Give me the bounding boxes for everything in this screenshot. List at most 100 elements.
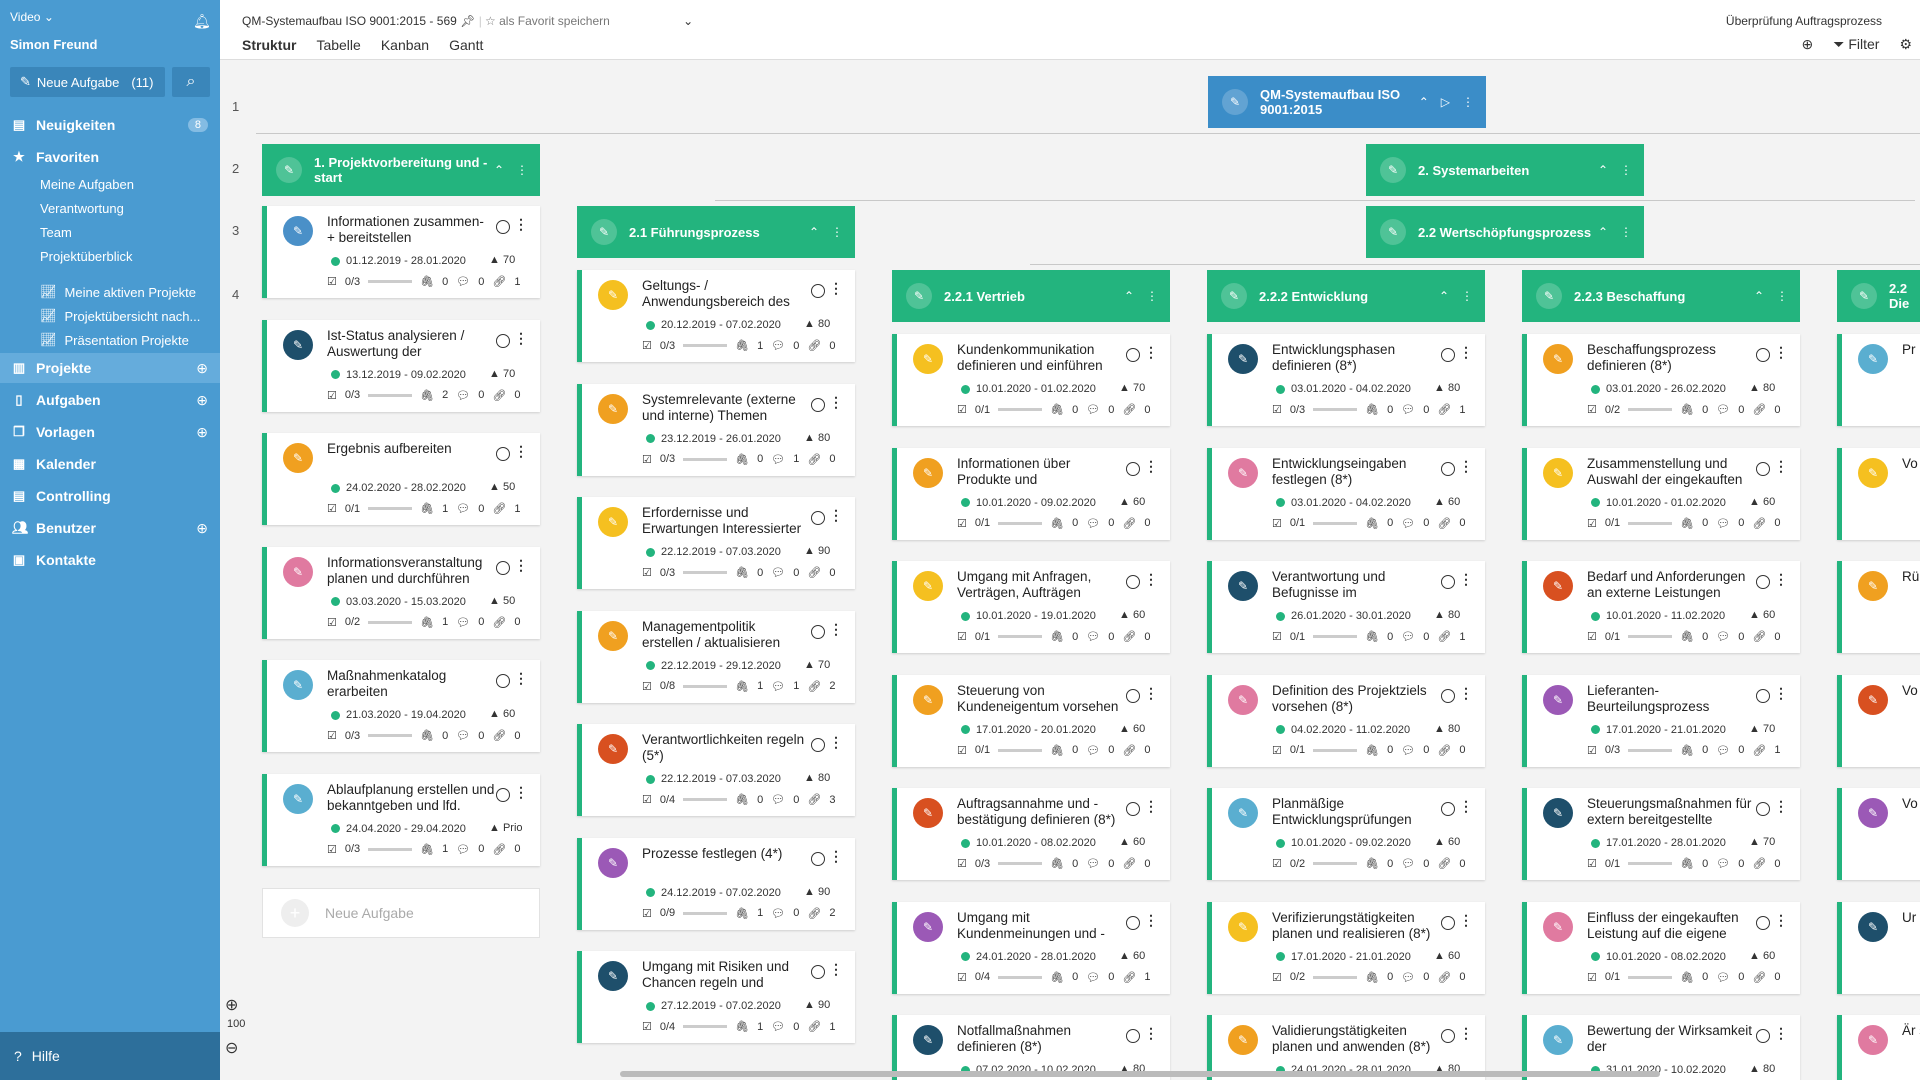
edit-icon[interactable]: ✎	[1380, 157, 1406, 183]
status-circle-icon[interactable]	[1126, 915, 1140, 930]
more-icon[interactable]: ⋮	[1462, 95, 1474, 109]
horizontal-scrollbar[interactable]	[620, 1071, 1660, 1077]
favorite-project-3[interactable]: 📈︎ Präsentation Projekte	[40, 332, 189, 348]
chevron-up-icon[interactable]: ⌃	[1124, 289, 1134, 303]
edit-icon[interactable]: ✎	[591, 219, 617, 245]
phase-header-2-1[interactable]: ✎ 2.1 Führungsprozess ⌃ ⋮	[577, 206, 855, 258]
edit-icon[interactable]: ✎	[1858, 1025, 1888, 1055]
edit-icon[interactable]: ✎	[1228, 571, 1258, 601]
sidebar-item-controlling[interactable]: ▤ Controlling	[0, 481, 220, 511]
edit-icon[interactable]: ✎	[283, 556, 313, 587]
status-circle-icon[interactable]	[811, 738, 825, 752]
more-icon[interactable]: ⋮	[1461, 289, 1473, 303]
task-card[interactable]: ✎ Maßnahmenkatalog erarbeiten ⋮ 21.03.2020 …	[262, 660, 540, 752]
more-icon[interactable]: ⋮	[1774, 344, 1788, 361]
edit-icon[interactable]: ✎	[913, 344, 943, 374]
sidebar-item-users[interactable]: 👥︎ Benutzer ⊕	[0, 513, 220, 543]
new-task-button[interactable]: ✎ Neue Aufgabe (11)	[10, 67, 165, 97]
more-icon[interactable]: ⋮	[1144, 912, 1158, 929]
edit-icon[interactable]: ✎	[1858, 344, 1888, 374]
task-card[interactable]: ✎ Umgang mit Risiken und Chancen regeln u…	[577, 951, 855, 1043]
edit-icon[interactable]: ✎	[283, 670, 313, 700]
add-template-icon[interactable]: ⊕	[196, 424, 208, 441]
task-card[interactable]: ✎ Ablaufplanung erstellen und bekanntgebe…	[262, 773, 540, 866]
task-card[interactable]: ✎ Informationen über Produkte und ⋮ 10.01.2…	[892, 447, 1170, 540]
tab-table[interactable]: Tabelle	[316, 37, 360, 53]
phase-header-2-2-2[interactable]: ✎ 2.2.2 Entwicklung ⌃ ⋮	[1207, 270, 1485, 322]
edit-icon[interactable]: ✎	[1543, 457, 1573, 488]
new-task-card[interactable]: + Neue Aufgabe	[262, 888, 540, 938]
edit-icon[interactable]: ✎	[1858, 684, 1888, 715]
task-card[interactable]: ✎ Pr Di	[1837, 334, 1920, 426]
zoom-out-icon[interactable]: ⊖	[225, 1038, 238, 1058]
more-icon[interactable]: ⋮	[829, 394, 843, 411]
status-circle-icon[interactable]	[1441, 802, 1455, 816]
more-icon[interactable]: ⋮	[514, 330, 528, 347]
task-card[interactable]: ✎ Vo Er	[1837, 788, 1920, 880]
edit-icon[interactable]: ✎	[283, 216, 313, 246]
task-card[interactable]: ✎ Umgang mit Kundenmeinungen und - ⋮ 24.01.…	[892, 901, 1170, 994]
task-card[interactable]: ✎ Är st	[1837, 1015, 1920, 1080]
more-icon[interactable]: ⋮	[1459, 912, 1473, 929]
edit-icon[interactable]: ✎	[1858, 571, 1888, 601]
status-circle-icon[interactable]	[1126, 461, 1140, 476]
task-card[interactable]: ✎ Rü Pr	[1837, 561, 1920, 653]
task-card[interactable]: ✎ Verantwortung und Befugnisse im ⋮ 26.01.2…	[1207, 561, 1485, 653]
add-task-icon[interactable]: ⊕	[196, 392, 208, 409]
phase-header-1[interactable]: ✎ 1. Projektvorbereitung und -start ⌃ ⋮	[262, 144, 540, 196]
edit-icon[interactable]: ✎	[1858, 798, 1888, 828]
save-favorite-button[interactable]: ☆ als Favorit speichern ⌄	[485, 14, 693, 28]
status-circle-icon[interactable]	[1756, 1029, 1770, 1043]
status-circle-icon[interactable]	[1441, 688, 1455, 703]
task-card[interactable]: ✎ Vo Ur	[1837, 674, 1920, 767]
filter-button[interactable]: ⏷ Filter	[1833, 36, 1879, 53]
edit-icon[interactable]: ✎	[1228, 457, 1258, 488]
add-user-icon[interactable]: ⊕	[196, 520, 208, 537]
review-link[interactable]: Überprüfung Auftragsprozess	[1726, 14, 1882, 28]
task-card[interactable]: ✎ Ur pl	[1837, 901, 1920, 994]
phase-header-2-2[interactable]: ✎ 2.2 Wertschöpfungsprozess ⌃ ⋮	[1366, 206, 1644, 258]
task-card[interactable]: ✎ Informationsveranstaltung planen und du…	[262, 546, 540, 639]
status-circle-icon[interactable]	[811, 851, 825, 866]
edit-icon[interactable]: ✎	[1543, 1025, 1573, 1055]
edit-icon[interactable]: ✎	[1222, 89, 1248, 115]
status-circle-icon[interactable]	[1756, 348, 1770, 362]
edit-icon[interactable]: ✎	[913, 571, 943, 601]
status-circle-icon[interactable]	[1441, 1029, 1455, 1043]
task-card[interactable]: ✎ Verifizierungstätigkeiten planen und re…	[1207, 901, 1485, 994]
root-node[interactable]: ✎ QM-Systemaufbau ISO 9001:2015 ⌃ ▷ ⋮	[1208, 76, 1486, 128]
status-circle-icon[interactable]	[1756, 915, 1770, 930]
edit-icon[interactable]: ✎	[913, 798, 943, 828]
edit-icon[interactable]: ✎	[1221, 283, 1247, 309]
edit-icon[interactable]: ✎	[598, 734, 628, 764]
more-icon[interactable]: ⋮	[514, 557, 528, 574]
edit-icon[interactable]: ✎	[1543, 684, 1573, 715]
more-icon[interactable]: ⋮	[1459, 344, 1473, 361]
more-icon[interactable]: ⋮	[1459, 571, 1473, 588]
favorite-team[interactable]: Team	[40, 225, 72, 240]
task-card[interactable]: ✎ Informationen zusammen- + bereitstellen…	[262, 206, 540, 298]
edit-icon[interactable]: ✎	[1543, 571, 1573, 601]
phase-header-2[interactable]: ✎ 2. Systemarbeiten ⌃ ⋮	[1366, 144, 1644, 196]
status-circle-icon[interactable]	[496, 787, 510, 802]
edit-icon[interactable]: ✎	[913, 457, 943, 488]
tab-structure[interactable]: Struktur	[242, 37, 296, 53]
tab-gantt[interactable]: Gantt	[449, 37, 483, 53]
status-circle-icon[interactable]	[1441, 348, 1455, 362]
more-icon[interactable]: ⋮	[829, 280, 843, 297]
status-circle-icon[interactable]	[1126, 348, 1140, 362]
edit-icon[interactable]: ✎	[1228, 344, 1258, 374]
task-card[interactable]: ✎ Bedarf und Anforderungen an externe Lei…	[1522, 561, 1800, 653]
status-circle-icon[interactable]	[1441, 575, 1455, 589]
more-icon[interactable]: ⋮	[1459, 458, 1473, 475]
more-icon[interactable]: ⋮	[1774, 685, 1788, 702]
more-icon[interactable]: ⋮	[1774, 798, 1788, 815]
edit-icon[interactable]: ✎	[283, 329, 313, 360]
more-icon[interactable]: ⋮	[831, 225, 843, 239]
task-card[interactable]: ✎ Lieferanten-Beurteilungsprozess ⋮ 17.01.2…	[1522, 674, 1800, 767]
more-icon[interactable]: ⋮	[514, 216, 528, 233]
status-circle-icon[interactable]	[1756, 688, 1770, 703]
more-icon[interactable]: ⋮	[1774, 571, 1788, 588]
task-card[interactable]: ✎ Definition des Projektziels vorsehen (8…	[1207, 674, 1485, 767]
favorite-project-overview[interactable]: Projektüberblick	[40, 249, 133, 264]
